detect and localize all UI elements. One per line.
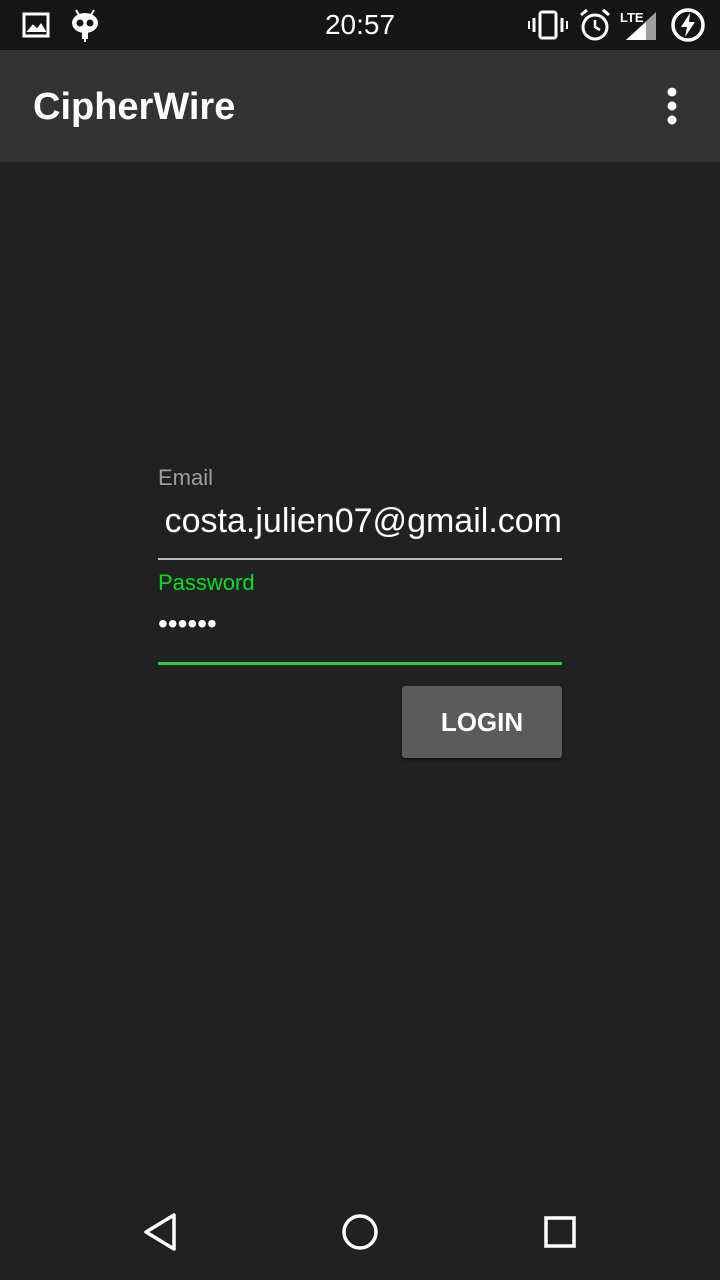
password-label: Password	[158, 570, 255, 595]
more-vert-icon[interactable]	[652, 86, 692, 126]
status-time: 20:57	[324, 9, 396, 40]
email-value: costa.julien07@gmail.com	[164, 502, 562, 540]
alarm-icon	[580, 8, 610, 41]
back-icon[interactable]	[138, 1210, 182, 1254]
email-field[interactable]: costa.julien07@gmail.com	[158, 498, 562, 560]
login-button[interactable]: LOGIN	[402, 686, 562, 758]
home-icon[interactable]	[338, 1210, 382, 1254]
navigation-bar	[0, 1182, 720, 1280]
status-bar: 20:57 LTE	[0, 0, 720, 50]
password-value: ••••••	[158, 608, 217, 639]
battery-charging-icon	[671, 8, 705, 42]
signal-icon	[626, 12, 656, 40]
vibrate-icon	[528, 10, 568, 40]
password-field[interactable]: ••••••	[158, 602, 562, 665]
email-label: Email	[158, 465, 214, 490]
recents-icon[interactable]	[538, 1210, 582, 1254]
app-title: CipherWire	[33, 86, 236, 128]
app-bar: CipherWire	[0, 50, 720, 162]
